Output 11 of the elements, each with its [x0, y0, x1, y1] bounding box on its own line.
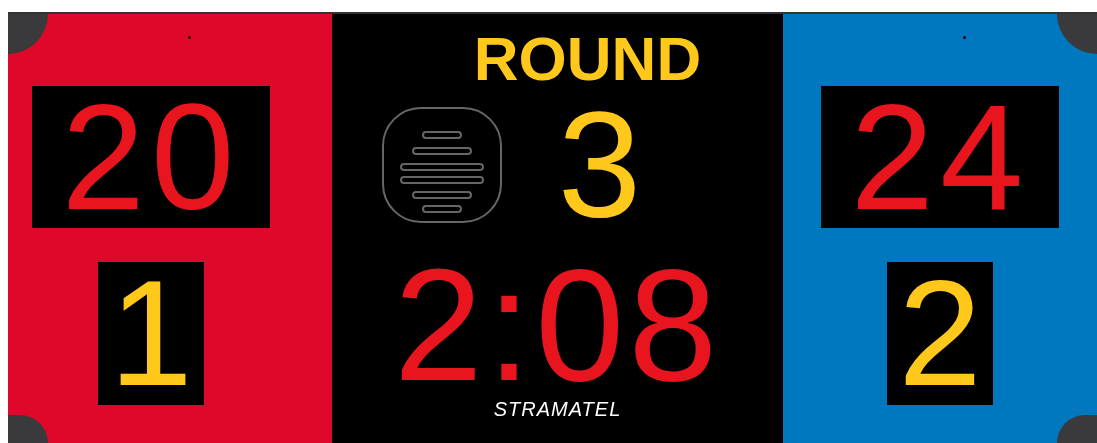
period-score: 2: [887, 262, 993, 405]
horn-icon: [380, 106, 503, 224]
brand-logo: STRAMATEL: [493, 398, 622, 421]
indicator-dot: [188, 36, 191, 39]
round-label: ROUND: [473, 28, 702, 90]
game-clock: 2:08: [393, 260, 722, 390]
team-score: 20: [32, 86, 270, 228]
team-score: 24: [821, 86, 1059, 228]
indicator-dot: [963, 36, 966, 39]
round-number: 3: [556, 100, 643, 230]
period-score: 1: [98, 262, 204, 405]
